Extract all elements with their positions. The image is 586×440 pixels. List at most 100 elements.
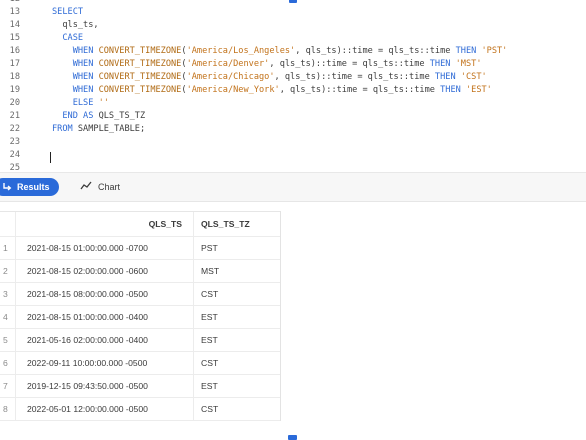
code-token: , qls_ts)::time = qls_ts::time bbox=[269, 59, 430, 69]
code-text: WHEN CONVERT_TIMEZONE('America/New_York'… bbox=[52, 84, 492, 97]
code-text: WHEN CONVERT_TIMEZONE('America/Denver', … bbox=[52, 58, 482, 71]
code-text: WHEN CONVERT_TIMEZONE('America/Los_Angel… bbox=[52, 45, 508, 58]
code-token: 'America/New_York' bbox=[186, 85, 280, 95]
column-header-qls-ts-tz[interactable]: QLS_TS_TZ bbox=[194, 212, 280, 236]
code-token: CONVERT_TIMEZONE bbox=[98, 46, 182, 56]
cell-qls-ts[interactable]: 2021-08-15 08:00:00.000 -0500 bbox=[17, 283, 194, 305]
code-text: qls_ts, bbox=[52, 19, 99, 32]
code-token: WHEN bbox=[52, 46, 99, 56]
tab-results-label: Results bbox=[17, 182, 50, 192]
cell-qls-ts-tz[interactable]: MST bbox=[194, 260, 280, 282]
cell-qls-ts[interactable]: 2021-05-16 02:00:00.000 -0400 bbox=[17, 329, 194, 351]
line-number: 17 bbox=[9, 59, 20, 69]
table-row[interactable]: 2 2021-08-15 02:00:00.000 -0600 MST bbox=[0, 260, 280, 283]
code-line[interactable]: 15 CASE bbox=[0, 32, 586, 45]
code-token: , qls_ts)::time = qls_ts::time bbox=[279, 85, 441, 95]
code-line[interactable]: 19 WHEN CONVERT_TIMEZONE('America/New_Yo… bbox=[0, 84, 586, 97]
line-number: 18 bbox=[9, 72, 20, 82]
code-text: WHEN CONVERT_TIMEZONE('America/Chicago',… bbox=[52, 71, 487, 84]
cell-qls-ts-tz[interactable]: CST bbox=[194, 398, 280, 420]
code-line[interactable]: 13 SELECT bbox=[0, 6, 586, 19]
line-number: 13 bbox=[9, 7, 20, 17]
code-token: THEN bbox=[455, 46, 482, 56]
cell-qls-ts-tz[interactable]: EST bbox=[194, 329, 280, 351]
code-text: CASE bbox=[52, 32, 83, 45]
code-token: WHEN bbox=[52, 59, 99, 69]
row-index: 5 bbox=[0, 329, 16, 351]
table-row[interactable]: 5 2021-05-16 02:00:00.000 -0400 EST bbox=[0, 329, 280, 352]
code-line[interactable]: 16 WHEN CONVERT_TIMEZONE('America/Los_An… bbox=[0, 45, 586, 58]
row-index: 3 bbox=[0, 283, 16, 305]
tab-results[interactable]: Results bbox=[0, 178, 59, 196]
code-line[interactable]: 20 ELSE '' bbox=[0, 97, 586, 110]
code-token: WHEN bbox=[52, 85, 99, 95]
code-token: 'CST' bbox=[460, 72, 487, 82]
code-text: FROM SAMPLE_TABLE; bbox=[52, 123, 145, 136]
table-row[interactable]: 7 2019-12-15 09:43:50.000 -0500 EST bbox=[0, 375, 280, 398]
cell-qls-ts-tz[interactable]: EST bbox=[194, 375, 280, 397]
code-token: 'MST' bbox=[455, 59, 482, 69]
table-body: 1 2021-08-15 01:00:00.000 -0700 PST 2 2021-0… bbox=[0, 237, 280, 421]
code-line[interactable]: 14 qls_ts, bbox=[0, 19, 586, 32]
table-row[interactable]: 1 2021-08-15 01:00:00.000 -0700 PST bbox=[0, 237, 280, 260]
cell-qls-ts[interactable]: 2021-08-15 02:00:00.000 -0600 bbox=[17, 260, 194, 282]
table-row[interactable]: 3 2021-08-15 08:00:00.000 -0500 CST bbox=[0, 283, 280, 306]
code-token: CONVERT_TIMEZONE bbox=[98, 59, 182, 69]
sql-editor[interactable]: 1213SELECT14 qls_ts,15 CASE16 WHEN CONVE… bbox=[0, 0, 586, 172]
cell-qls-ts-tz[interactable]: EST bbox=[194, 306, 280, 328]
code-token: THEN bbox=[434, 72, 461, 82]
resize-handle-bottom[interactable] bbox=[288, 435, 297, 440]
code-line[interactable]: 25 bbox=[0, 162, 586, 172]
cell-qls-ts[interactable]: 2021-08-15 01:00:00.000 -0400 bbox=[17, 306, 194, 328]
code-token: THEN bbox=[440, 85, 466, 95]
results-table: QLS_TS QLS_TS_TZ 1 2021-08-15 01:00:00.00… bbox=[0, 211, 281, 421]
tab-chart[interactable]: Chart bbox=[80, 178, 120, 196]
results-arrow-icon bbox=[2, 182, 12, 192]
line-number: 25 bbox=[9, 163, 20, 172]
code-line[interactable]: 21 END AS QLS_TS_TZ bbox=[0, 110, 586, 123]
code-token: SELECT bbox=[52, 7, 84, 17]
code-line[interactable]: 18 WHEN CONVERT_TIMEZONE('America/Chicag… bbox=[0, 71, 586, 84]
chart-line-icon bbox=[80, 181, 92, 193]
code-token: 'PST' bbox=[481, 46, 508, 56]
code-line[interactable]: 17 WHEN CONVERT_TIMEZONE('America/Denver… bbox=[0, 58, 586, 71]
table-row[interactable]: 8 2022-05-01 12:00:00.000 -0500 CST bbox=[0, 398, 280, 421]
code-token: CASE bbox=[52, 33, 84, 43]
cell-qls-ts-tz[interactable]: CST bbox=[194, 352, 280, 374]
header-index-cell bbox=[0, 212, 16, 236]
cell-qls-ts[interactable]: 2022-05-01 12:00:00.000 -0500 bbox=[17, 398, 194, 420]
text-cursor bbox=[50, 152, 51, 163]
cell-qls-ts-tz[interactable]: CST bbox=[194, 283, 280, 305]
code-token: 'America/Chicago' bbox=[186, 72, 275, 82]
code-line[interactable]: 24 bbox=[0, 149, 586, 162]
row-index: 7 bbox=[0, 375, 16, 397]
column-header-qls-ts[interactable]: QLS_TS bbox=[17, 212, 194, 236]
code-line[interactable]: 22 FROM SAMPLE_TABLE; bbox=[0, 123, 586, 136]
table-row[interactable]: 4 2021-08-15 01:00:00.000 -0400 EST bbox=[0, 306, 280, 329]
code-token: qls_ts, bbox=[52, 20, 99, 30]
line-number: 21 bbox=[9, 111, 20, 121]
code-token: CONVERT_TIMEZONE bbox=[98, 72, 182, 82]
code-token: '' bbox=[98, 98, 109, 108]
cell-qls-ts[interactable]: 2021-08-15 01:00:00.000 -0700 bbox=[17, 237, 194, 259]
line-number: 19 bbox=[9, 85, 20, 95]
code-token: WHEN bbox=[52, 72, 99, 82]
row-index: 4 bbox=[0, 306, 16, 328]
code-text: END AS QLS_TS_TZ bbox=[52, 110, 145, 123]
table-row[interactable]: 6 2022-09-11 10:00:00.000 -0500 CST bbox=[0, 352, 280, 375]
line-number: 14 bbox=[9, 20, 20, 30]
row-index: 6 bbox=[0, 352, 16, 374]
cell-qls-ts-tz[interactable]: PST bbox=[194, 237, 280, 259]
code-text: ELSE '' bbox=[52, 97, 109, 110]
row-index: 2 bbox=[0, 260, 16, 282]
cell-qls-ts[interactable]: 2019-12-15 09:43:50.000 -0500 bbox=[17, 375, 194, 397]
line-number: 15 bbox=[9, 33, 20, 43]
code-token: , qls_ts)::time = qls_ts::time bbox=[274, 72, 435, 82]
result-tabs-bar: Results Chart bbox=[0, 173, 586, 202]
code-token: CONVERT_TIMEZONE bbox=[98, 85, 182, 95]
line-number: 23 bbox=[9, 137, 20, 147]
code-line[interactable]: 23 bbox=[0, 136, 586, 149]
cell-qls-ts[interactable]: 2022-09-11 10:00:00.000 -0500 bbox=[17, 352, 194, 374]
line-number: 22 bbox=[9, 124, 20, 134]
row-index: 1 bbox=[0, 237, 16, 259]
